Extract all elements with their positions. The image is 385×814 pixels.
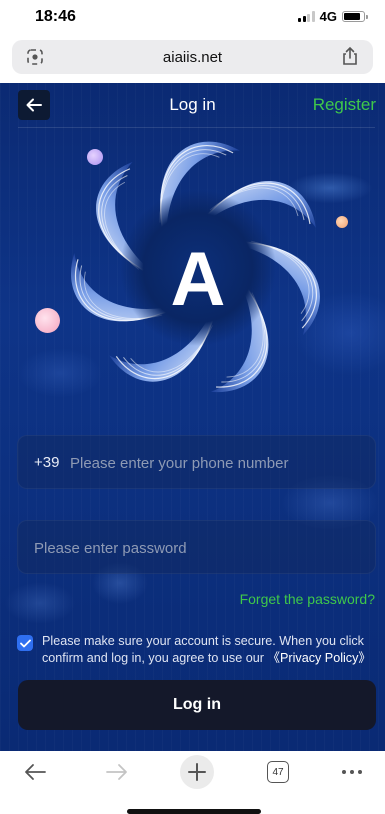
url-text[interactable]: aiaiis.net: [12, 49, 373, 66]
forgot-password-link[interactable]: Forget the password?: [240, 591, 375, 607]
privacy-policy-link[interactable]: 《Privacy Policy》: [267, 651, 371, 665]
signal-icon: [298, 11, 315, 22]
top-nav: Log in Register: [0, 83, 385, 128]
back-arrow-icon: [26, 98, 42, 112]
status-bar: 18:46 4G: [0, 0, 385, 34]
network-label: 4G: [319, 9, 337, 24]
plus-icon: [188, 763, 206, 781]
browser-toolbar: 47: [0, 751, 385, 814]
browser-forward-icon: [106, 764, 127, 780]
share-icon[interactable]: [341, 46, 359, 66]
logo-letter: A: [170, 237, 226, 322]
browser-back-button[interactable]: [15, 757, 55, 787]
battery-level: [344, 13, 361, 20]
country-code[interactable]: +39: [34, 454, 59, 471]
login-page: Log in Register A +39 Please enter your …: [0, 83, 385, 751]
app-logo: A: [53, 120, 341, 408]
login-button[interactable]: Log in: [18, 680, 376, 730]
battery-icon: [342, 11, 368, 22]
agree-checkbox[interactable]: [17, 635, 33, 651]
browser-back-icon: [25, 764, 46, 780]
checkmark-icon: [19, 639, 31, 647]
agreement-text: Please make sure your account is secure.…: [42, 633, 377, 667]
tabs-icon: 47: [267, 761, 289, 783]
more-button[interactable]: [332, 757, 372, 787]
tab-count: 47: [272, 766, 284, 778]
back-button[interactable]: [18, 90, 50, 120]
password-field[interactable]: [17, 520, 376, 575]
status-indicators: 4G: [298, 9, 368, 24]
phone-input[interactable]: [70, 436, 370, 490]
browser-forward-button[interactable]: [97, 757, 137, 787]
register-link[interactable]: Register: [313, 95, 376, 115]
tabs-button[interactable]: 47: [258, 757, 298, 787]
phone-field[interactable]: +39: [17, 435, 376, 490]
more-icon: [342, 770, 362, 774]
new-tab-button[interactable]: [177, 755, 217, 789]
home-indicator: [127, 809, 261, 814]
decorative-orb-pink: [35, 308, 60, 333]
password-input[interactable]: [34, 521, 370, 575]
status-time: 18:46: [35, 8, 76, 25]
address-bar[interactable]: aiaiis.net: [12, 40, 373, 74]
